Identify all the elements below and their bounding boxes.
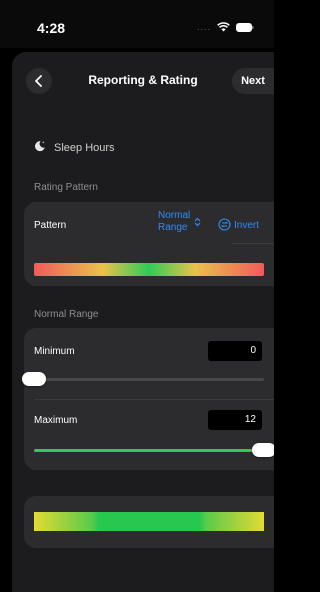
metric-label: Sleep Hours bbox=[54, 141, 115, 154]
signal-dots: .... bbox=[196, 22, 211, 32]
modal-sheet: Reporting & Rating Next Sleep Hours Rati… bbox=[12, 52, 274, 592]
divider bbox=[34, 399, 274, 400]
maximum-label: Maximum bbox=[34, 415, 78, 426]
maximum-slider-thumb[interactable] bbox=[252, 443, 274, 457]
cycle-icon[interactable] bbox=[218, 218, 231, 236]
next-button[interactable]: Next bbox=[232, 68, 274, 94]
normal-range-section-label: Normal Range bbox=[34, 309, 99, 320]
battery-icon bbox=[236, 22, 254, 32]
pattern-value-line2: Range bbox=[158, 222, 188, 233]
app-screen: 4:28 .... Reporting & Rating Next Sleep … bbox=[0, 0, 274, 592]
range-preview-card bbox=[24, 496, 274, 548]
minimum-slider[interactable] bbox=[22, 372, 264, 386]
pattern-label: Pattern bbox=[34, 220, 67, 231]
rating-pattern-section-label: Rating Pattern bbox=[34, 182, 98, 193]
pattern-select-value: Normal Range bbox=[158, 210, 190, 234]
minimum-slider-thumb[interactable] bbox=[22, 372, 46, 386]
range-preview-bar bbox=[34, 512, 264, 531]
status-bar: 4:28 .... bbox=[0, 0, 274, 48]
minimum-value-field[interactable]: 0 bbox=[208, 341, 262, 361]
invert-button[interactable]: Invert bbox=[234, 220, 259, 231]
status-icons: .... bbox=[197, 22, 254, 32]
nav-bar: Reporting & Rating Next bbox=[12, 64, 274, 98]
divider bbox=[232, 243, 274, 244]
rating-pattern-bar bbox=[34, 263, 264, 276]
maximum-slider[interactable] bbox=[34, 443, 274, 457]
status-time: 4:28 bbox=[37, 20, 66, 36]
maximum-slider-fill bbox=[34, 449, 264, 452]
pattern-select[interactable]: Normal Range bbox=[158, 210, 201, 234]
wifi-icon bbox=[217, 22, 230, 32]
chevron-up-down-icon bbox=[194, 217, 201, 227]
minimum-label: Minimum bbox=[34, 346, 75, 357]
pattern-value-line1: Normal bbox=[158, 210, 191, 221]
maximum-value-field[interactable]: 12 bbox=[208, 410, 262, 430]
rating-pattern-card: Pattern Normal Range Invert bbox=[24, 202, 274, 286]
moon-icon bbox=[34, 140, 46, 155]
normal-range-card: Minimum 0 Maximum 12 bbox=[22, 328, 274, 470]
metric-header: Sleep Hours bbox=[34, 140, 115, 155]
